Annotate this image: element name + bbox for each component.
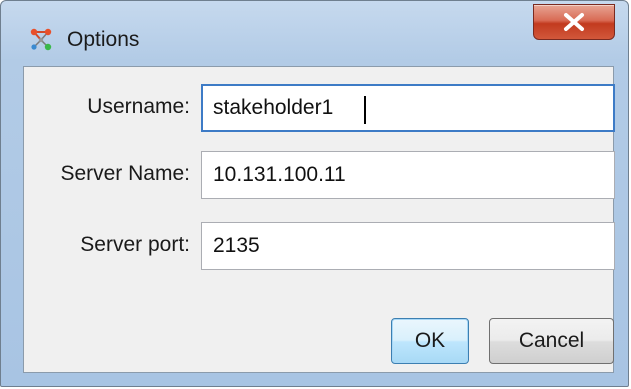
cancel-button[interactable]: Cancel (489, 318, 614, 364)
dialog-content-panel: Username: Server Name: Server port: OK C… (23, 66, 615, 373)
ok-button[interactable]: OK (391, 318, 469, 364)
username-field[interactable] (201, 84, 615, 132)
close-icon (564, 13, 584, 31)
text-caret (364, 96, 366, 124)
options-dialog: Options Username: Server Name: Server po… (0, 0, 629, 387)
server-name-label: Server Name: (60, 162, 190, 185)
server-port-field[interactable] (201, 222, 615, 270)
window-title: Options (67, 28, 140, 51)
close-button[interactable] (533, 4, 615, 40)
title-bar[interactable]: Options (1, 1, 628, 75)
app-graph-icon (29, 26, 55, 52)
server-port-label: Server port: (80, 233, 190, 256)
username-label: Username: (87, 95, 190, 118)
server-name-field[interactable] (201, 151, 615, 199)
